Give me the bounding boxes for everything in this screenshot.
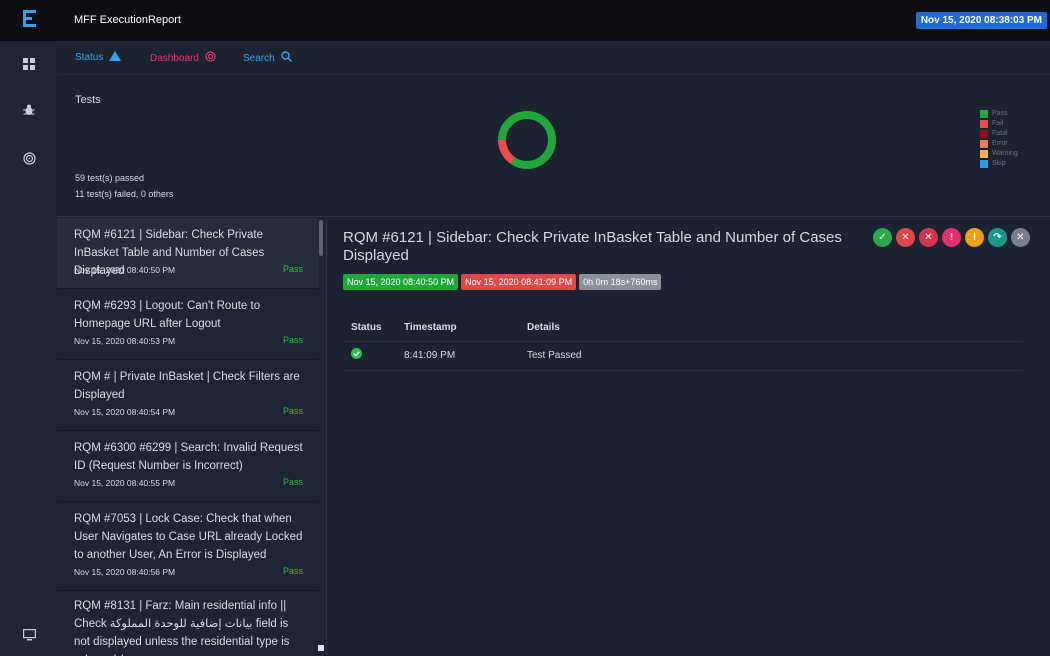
legend-label: Pass	[992, 110, 1008, 117]
legend-swatch	[980, 140, 988, 148]
log-details: Test Passed	[527, 350, 582, 361]
warning-triangle-icon	[109, 51, 122, 64]
legend-item[interactable]: Fail	[980, 119, 1018, 129]
clear-filter-button[interactable]: ✕	[1011, 228, 1030, 247]
top-bar: MFF ExecutionReport Nov 15, 2020 08:38:0…	[0, 0, 1050, 41]
legend-item[interactable]: Error	[980, 139, 1018, 149]
nav-search[interactable]: Search	[243, 51, 292, 65]
nav-status[interactable]: Status	[75, 51, 122, 64]
start-time-badge: Nov 15, 2020 08:40:50 PM	[343, 274, 459, 290]
nav-dashboard-label: Dashboard	[150, 52, 199, 64]
sidebar	[0, 41, 57, 656]
test-list-item[interactable]: RQM #7053 | Lock Case: Check that when U…	[57, 502, 319, 591]
end-time-badge: Nov 15, 2020 08:41:09 PM	[461, 274, 577, 290]
pass-check-icon	[351, 348, 362, 362]
table-divider	[343, 370, 1023, 371]
test-list-item-status: Pass	[282, 335, 303, 345]
fingerprint-icon	[205, 51, 216, 65]
duration-badge: 0h 0m 18s+760ms	[579, 274, 662, 290]
failed-count-text: 11 test(s) failed, 0 others	[75, 189, 174, 199]
nav-search-label: Search	[243, 52, 275, 64]
scrollbar-corner	[318, 645, 324, 651]
test-list-item[interactable]: RQM #6300 #6299 | Search: Invalid Reques…	[57, 431, 319, 502]
app-title: MFF ExecutionReport	[74, 14, 181, 26]
legend-swatch	[980, 130, 988, 138]
nav-status-label: Status	[75, 52, 104, 63]
table-divider	[343, 341, 1023, 342]
test-list: RQM #6121 | Sidebar: Check Private InBas…	[57, 218, 325, 656]
test-list-item-time: Nov 15, 2020 08:40:53 PM	[74, 336, 176, 346]
test-list-item-title: RQM # | Private InBasket | Check Filters…	[74, 371, 300, 401]
warning-filter-button[interactable]: !	[965, 228, 984, 247]
test-list-item-status: Pass	[282, 477, 303, 487]
test-list-item-time: Nov 15, 2020 08:40:56 PM	[74, 567, 176, 577]
legend-label: Warning	[992, 150, 1018, 157]
legend-swatch	[980, 120, 988, 128]
test-list-item-status: Pass	[282, 406, 303, 416]
tests-heading: Tests	[75, 94, 101, 106]
column-header-status: Status	[351, 322, 382, 333]
legend-label: Fatal	[992, 130, 1008, 137]
test-list-item-status: Pass	[282, 566, 303, 576]
test-list-item[interactable]: RQM #6293 | Logout: Can't Route to Homep…	[57, 289, 319, 360]
log-timestamp: 8:41:09 PM	[404, 350, 456, 361]
legend-label: Error	[992, 140, 1008, 147]
legend-swatch	[980, 150, 988, 158]
test-list-item-title: RQM #7053 | Lock Case: Check that when U…	[74, 513, 303, 561]
legend-label: Fail	[992, 120, 1004, 127]
timing-badges: Nov 15, 2020 08:40:50 PM Nov 15, 2020 08…	[343, 274, 662, 290]
monitor-icon[interactable]	[20, 626, 38, 644]
legend-label: Skip	[992, 160, 1006, 167]
search-icon	[280, 51, 292, 65]
test-list-item-time: Nov 15, 2020 08:40:50 PM	[74, 265, 176, 275]
test-list-scrollbar[interactable]	[319, 220, 323, 256]
error-filter-button[interactable]: !	[942, 228, 961, 247]
test-summary-panel: Tests 59 test(s) passed 11 test(s) faile…	[57, 75, 1050, 217]
column-header-timestamp: Timestamp	[404, 322, 457, 333]
test-detail-panel: RQM #6121 | Sidebar: Check Private InBas…	[326, 218, 1050, 656]
test-detail-title: RQM #6121 | Sidebar: Check Private InBas…	[343, 229, 842, 264]
fail-filter-button[interactable]: ✕	[896, 228, 915, 247]
legend-item[interactable]: Pass	[980, 109, 1018, 119]
test-list-item-status: Pass	[282, 264, 303, 274]
test-list-item-time: Nov 15, 2020 08:40:55 PM	[74, 478, 176, 488]
column-header-details: Details	[527, 322, 560, 333]
passed-count-text: 59 test(s) passed	[75, 173, 145, 183]
legend-item[interactable]: Fatal	[980, 129, 1018, 139]
legend-swatch	[980, 160, 988, 168]
skip-filter-button[interactable]: ↷	[988, 228, 1007, 247]
test-list-item-title: RQM #8131 | Farz: Main residential info …	[74, 600, 290, 656]
fingerprint-icon[interactable]	[20, 149, 38, 167]
legend-item[interactable]: Warning	[980, 149, 1018, 159]
chart-legend: Pass Fail Fatal Error Warning Skip	[980, 109, 1018, 169]
status-filter-buttons: ✓ ✕ ✕!! ↷ ✕	[873, 228, 1030, 247]
dashboard-grid-icon[interactable]	[20, 55, 38, 73]
fatal-filter-button[interactable]: ✕	[919, 228, 938, 247]
test-list-item-title: RQM #6293 | Logout: Can't Route to Homep…	[74, 300, 261, 330]
view-nav: Status Dashboard Search	[57, 41, 1050, 75]
test-list-item-title: RQM #6300 #6299 | Search: Invalid Reques…	[74, 442, 303, 472]
test-list-item[interactable]: RQM #8131 | Farz: Main residential info …	[57, 591, 319, 656]
test-status-donut-chart	[498, 111, 556, 169]
legend-item[interactable]: Skip	[980, 159, 1018, 169]
app-logo-icon[interactable]	[20, 8, 40, 30]
pass-filter-button[interactable]: ✓	[873, 228, 892, 247]
test-list-item-time: Nov 15, 2020 08:40:54 PM	[74, 407, 176, 417]
report-date-badge: Nov 15, 2020 08:38:03 PM	[915, 12, 1047, 29]
legend-swatch	[980, 110, 988, 118]
bug-icon[interactable]	[20, 101, 38, 119]
nav-dashboard[interactable]: Dashboard	[150, 51, 216, 65]
test-list-item[interactable]: RQM #6121 | Sidebar: Check Private InBas…	[57, 218, 319, 289]
test-list-item[interactable]: RQM # | Private InBasket | Check Filters…	[57, 360, 319, 431]
